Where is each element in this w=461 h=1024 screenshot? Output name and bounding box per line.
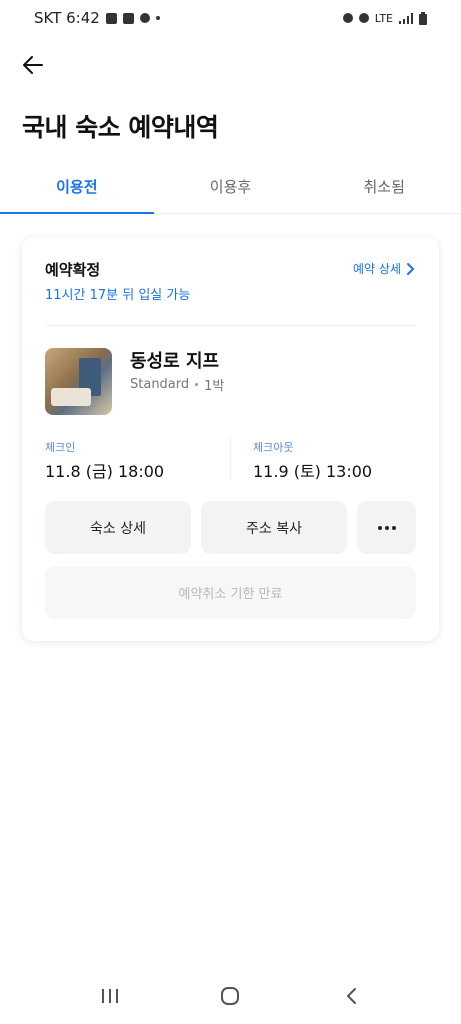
copy-address-button[interactable]: 주소 복사 bbox=[201, 501, 347, 554]
more-notifications-dot bbox=[155, 16, 160, 20]
booking-card: 예약확정 11시간 17분 뒤 입실 가능 예약 상세 동성로 지프 Stand… bbox=[22, 237, 439, 641]
checkin-countdown: 11시간 17분 뒤 입실 가능 bbox=[45, 288, 191, 303]
system-nav-bar bbox=[0, 968, 461, 1024]
status-bar: SKT 6:42 LTE bbox=[0, 0, 461, 36]
alarm-icon bbox=[342, 13, 353, 23]
booking-detail-link[interactable]: 예약 상세 bbox=[353, 260, 415, 277]
chevron-right-icon bbox=[407, 262, 414, 275]
back-nav-button[interactable] bbox=[331, 976, 371, 1016]
page-title: 국내 숙소 예약내역 bbox=[22, 113, 219, 142]
separator-dot bbox=[195, 383, 199, 386]
tab-after-use[interactable]: 이용후 bbox=[154, 160, 308, 213]
gallery-icon bbox=[105, 12, 117, 24]
tab-before-use[interactable]: 이용전 bbox=[0, 160, 154, 214]
tab-cancelled[interactable]: 취소됨 bbox=[307, 160, 461, 213]
hotel-thumbnail[interactable] bbox=[45, 348, 112, 415]
booking-status: 예약확정 bbox=[45, 261, 101, 279]
thumb-bed-shape bbox=[51, 388, 91, 406]
checkout-label: 체크아웃 bbox=[253, 441, 294, 454]
booking-detail-label: 예약 상세 bbox=[353, 262, 401, 276]
home-icon bbox=[221, 987, 240, 1005]
checkout-value: 11.9 (토) 13:00 bbox=[253, 462, 373, 481]
back-button[interactable] bbox=[16, 48, 50, 82]
checkin-value: 11.8 (금) 18:00 bbox=[45, 462, 165, 481]
room-info: Standard 1박 bbox=[130, 375, 224, 394]
nights: 1박 bbox=[204, 379, 225, 394]
recent-apps-icon bbox=[102, 989, 119, 1003]
carrier-time: SKT 6:42 bbox=[34, 9, 100, 27]
card-divider bbox=[45, 325, 416, 326]
cancel-deadline-button: 예약취소 기한 만료 bbox=[45, 566, 416, 619]
arrow-left-icon bbox=[23, 56, 43, 74]
recent-apps-button[interactable] bbox=[90, 976, 130, 1016]
tab-bar: 이용전 이용후 취소됨 bbox=[0, 160, 461, 214]
more-button[interactable] bbox=[357, 501, 416, 554]
battery-icon bbox=[419, 11, 427, 25]
network-type: LTE bbox=[374, 11, 393, 25]
home-button[interactable] bbox=[210, 976, 250, 1016]
more-icon bbox=[377, 525, 396, 530]
checkin-label: 체크인 bbox=[45, 441, 76, 454]
chat-icon bbox=[122, 12, 134, 24]
signal-icon bbox=[399, 12, 413, 24]
chevron-left-icon bbox=[346, 988, 356, 1004]
hotel-name: 동성로 지프 bbox=[130, 351, 220, 372]
bluetooth-icon bbox=[358, 13, 369, 23]
app-notification-icon bbox=[139, 13, 150, 23]
hotel-detail-button[interactable]: 숙소 상세 bbox=[45, 501, 191, 554]
room-type: Standard bbox=[130, 377, 190, 392]
checkin-checkout-divider bbox=[230, 437, 231, 479]
